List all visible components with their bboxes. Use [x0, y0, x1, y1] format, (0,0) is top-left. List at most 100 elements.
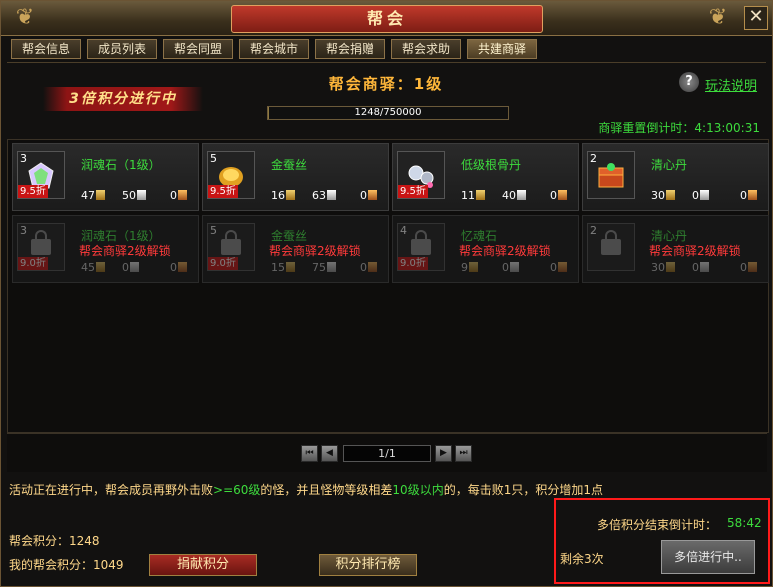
silver-count: 50: [122, 189, 136, 202]
gold-book-icon: [666, 262, 675, 272]
multiplier-active-button[interactable]: 多倍进行中..: [661, 540, 755, 574]
item-qty: 3: [20, 152, 27, 165]
item-stats: 45 0 0: [81, 261, 196, 275]
gold-count: 11: [461, 189, 475, 202]
item-card[interactable]: 2 清心丹 30 0 0: [582, 143, 769, 211]
gold-book-icon: [469, 262, 478, 272]
gold-count: 30: [651, 189, 665, 202]
donate-points-button[interactable]: 捐献积分: [149, 554, 257, 576]
item-name: 清心丹: [651, 158, 688, 172]
white-book-icon: [700, 190, 709, 200]
item-name: 润魂石（1级）: [81, 158, 161, 172]
orange-count: 0: [170, 261, 177, 274]
white-book-icon: [327, 190, 336, 200]
guild-points: 帮会积分：1248: [9, 534, 100, 548]
item-stats: 15 75 0: [271, 261, 386, 275]
silver-count: 63: [312, 189, 326, 202]
help-icon[interactable]: ?: [679, 72, 699, 92]
tab-guild-help[interactable]: 帮会求助: [391, 39, 461, 59]
lock-icon: 4 9.0折: [397, 223, 445, 271]
gold-count: 9: [461, 261, 468, 274]
post-level-title: 帮会商驿：1级: [328, 75, 444, 93]
silk-icon: 5 9.5折: [207, 151, 255, 199]
unlock-requirement: 帮会商驿2级解锁: [649, 244, 741, 258]
silver-count: 40: [502, 189, 516, 202]
item-qty: 2: [590, 224, 597, 237]
orange-book-icon: [748, 262, 757, 272]
item-qty: 2: [590, 152, 597, 165]
multiplier-countdown-label: 多倍积分结束倒计时：: [597, 518, 718, 532]
item-name: 金蚕丝: [271, 158, 308, 172]
unlock-requirement: 帮会商驿2级解锁: [269, 244, 361, 258]
tab-guild-donate[interactable]: 帮会捐赠: [315, 39, 385, 59]
gold-book-icon: [286, 190, 295, 200]
last-page-icon[interactable]: ⏭: [455, 445, 472, 462]
lock-icon: 5 9.0折: [207, 223, 255, 271]
item-card[interactable]: 9.5折 低级根骨丹 11 40 0: [392, 143, 579, 211]
silver-count: 75: [312, 261, 326, 274]
tab-guild-alliance[interactable]: 帮会同盟: [163, 39, 233, 59]
white-book-icon: [130, 262, 139, 272]
white-book-icon: [700, 262, 709, 272]
first-page-icon[interactable]: ⏮: [301, 445, 318, 462]
close-button[interactable]: ✕: [744, 6, 768, 30]
item-qty: 5: [210, 224, 217, 237]
item-stats: 30 0 0: [651, 261, 766, 275]
activity-description: 活动正在进行中，帮会成员再野外击败>=60级的怪，并且怪物等级相差10级以内的，…: [9, 483, 603, 497]
white-book-icon: [327, 262, 336, 272]
orange-book-icon: [368, 190, 377, 200]
reset-countdown: 商驿重置倒计时：4:13:00:31: [598, 121, 760, 135]
discount-badge: 9.0折: [398, 257, 428, 270]
multiplier-countdown-time: 58:42: [727, 516, 762, 530]
item-card[interactable]: 5 9.5折 金蚕丝 16 63 0: [202, 143, 389, 211]
remaining-times: 剩余3次: [560, 552, 604, 566]
gem-box-icon: 3 9.5折: [17, 151, 65, 199]
progress-text: 1248/750000: [354, 107, 422, 118]
discount-badge: 9.0折: [18, 257, 48, 270]
white-book-icon: [510, 262, 519, 272]
gold-book-icon: [286, 262, 295, 272]
item-stats: 9 0 0: [461, 261, 576, 275]
item-card[interactable]: 3 9.5折 润魂石（1级） 47 50 0: [12, 143, 199, 211]
tab-guild-info[interactable]: 帮会信息: [11, 39, 81, 59]
discount-badge: 9.5折: [18, 185, 48, 198]
item-qty: 3: [20, 224, 27, 237]
page-indicator: 1/1: [343, 445, 431, 462]
silver-count: 0: [502, 261, 509, 274]
item-stats: 11 40 0: [461, 189, 576, 203]
item-stats: 47 50 0: [81, 189, 196, 203]
triple-points-banner: 3倍积分进行中: [43, 87, 203, 111]
gold-count: 30: [651, 261, 665, 274]
tab-member-list[interactable]: 成员列表: [87, 39, 157, 59]
chest-icon: 2: [587, 151, 635, 199]
points-ranking-button[interactable]: 积分排行榜: [319, 554, 417, 576]
white-book-icon: [137, 190, 146, 200]
gold-count: 15: [271, 261, 285, 274]
gold-book-icon: [476, 190, 485, 200]
gold-count: 16: [271, 189, 285, 202]
next-page-icon[interactable]: ▶: [435, 445, 452, 462]
orange-book-icon: [558, 262, 567, 272]
tab-guild-city[interactable]: 帮会城市: [239, 39, 309, 59]
prev-page-icon[interactable]: ◀: [321, 445, 338, 462]
unlock-requirement: 帮会商驿2级解锁: [459, 244, 551, 258]
item-qty: 5: [210, 152, 217, 165]
locked-item-card[interactable]: 3 9.0折 润魂石（1级） 帮会商驿2级解锁 45 0 0: [12, 215, 199, 283]
discount-badge: 9.5折: [208, 185, 238, 198]
silver-count: 0: [122, 261, 129, 274]
gameplay-help-link[interactable]: 玩法说明: [705, 75, 757, 94]
locked-item-card[interactable]: 2 清心丹 帮会商驿2级解锁 30 0 0: [582, 215, 769, 283]
locked-item-card[interactable]: 5 9.0折 金蚕丝 帮会商驿2级解锁 15 75 0: [202, 215, 389, 283]
lock-icon: 3 9.0折: [17, 223, 65, 271]
locked-item-card[interactable]: 4 9.0折 忆魂石 帮会商驿2级解锁 9 0 0: [392, 215, 579, 283]
item-grid: 3 9.5折 润魂石（1级） 47 50 0 5 9.5折 金蚕丝 16 63 …: [7, 139, 769, 433]
guild-window: ❦ 帮会 ❦ ✕ 帮会信息 成员列表 帮会同盟 帮会城市 帮会捐赠 帮会求助 共…: [0, 0, 773, 587]
orange-book-icon: [368, 262, 377, 272]
gold-book-icon: [96, 190, 105, 200]
tab-joint-post[interactable]: 共建商驿: [467, 39, 537, 59]
gold-book-icon: [96, 262, 105, 272]
orange-book-icon: [178, 190, 187, 200]
tab-divider: [7, 62, 766, 63]
discount-badge: 9.0折: [208, 257, 238, 270]
pagination: ⏮ ◀ 1/1 ▶ ⏭: [7, 433, 767, 472]
